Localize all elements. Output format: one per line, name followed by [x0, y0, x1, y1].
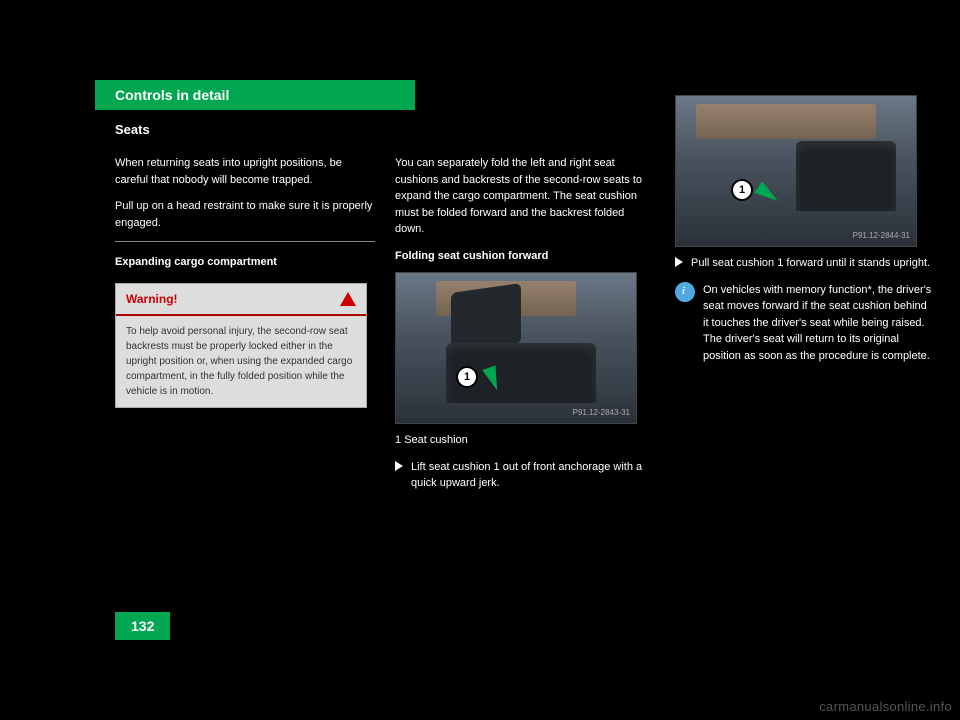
warning-title: Warning!	[126, 290, 178, 308]
callout-1: 1	[456, 366, 478, 388]
col2-step: Lift seat cushion 1 out of front anchora…	[395, 459, 655, 492]
warning-triangle-icon	[340, 292, 356, 306]
col3-note-text: On vehicles with memory function*, the d…	[703, 282, 935, 365]
callout-number: 1	[395, 434, 401, 446]
triangle-bullet-icon	[395, 461, 403, 471]
col2-step-text: Lift seat cushion 1 out of front anchora…	[411, 459, 655, 492]
info-icon	[675, 282, 695, 302]
col1-paragraph-1: When returning seats into upright positi…	[115, 155, 375, 188]
callout-desc: Seat cushion	[404, 434, 468, 446]
triangle-bullet-icon-2	[675, 257, 683, 267]
col2-intro: You can separately fold the left and rig…	[395, 155, 655, 238]
warning-header: Warning!	[116, 284, 366, 316]
seat-folded-shape	[796, 141, 896, 211]
photo-seat-cushion-upright: 1 P91.12-2844-31	[675, 95, 917, 247]
section-label: Seats	[115, 122, 150, 137]
column-1: When returning seats into upright positi…	[115, 155, 375, 408]
photo-id-label-2: P91.12-2844-31	[853, 230, 910, 242]
column-3: 1 P91.12-2844-31 Pull seat cushion 1 for…	[675, 95, 935, 364]
callout-1b: 1	[731, 179, 753, 201]
divider	[115, 241, 375, 242]
col1-paragraph-2: Pull up on a head restraint to make sure…	[115, 198, 375, 231]
header-bar: Controls in detail	[95, 80, 415, 110]
col3-step: Pull seat cushion 1 forward until it sta…	[675, 255, 935, 272]
col3-note: On vehicles with memory function*, the d…	[675, 282, 935, 365]
page-number: 132	[115, 612, 170, 640]
photo-seat-cushion-lift: 1 P91.12-2843-31	[395, 272, 637, 424]
col1-subhead: Expanding cargo compartment	[115, 254, 375, 271]
manual-page: Controls in detail Seats When returning …	[60, 60, 900, 660]
header-title: Controls in detail	[115, 87, 229, 103]
col2-subhead: Folding seat cushion forward	[395, 248, 655, 265]
col3-step-text: Pull seat cushion 1 forward until it sta…	[691, 255, 930, 272]
warning-body: To help avoid personal injury, the secon…	[116, 316, 366, 407]
callout-1-text: 1 Seat cushion	[395, 432, 655, 449]
warning-box: Warning! To help avoid personal injury, …	[115, 283, 367, 408]
window-shape-2	[696, 104, 876, 139]
column-2: You can separately fold the left and rig…	[395, 155, 655, 492]
photo-id-label: P91.12-2843-31	[573, 407, 630, 419]
watermark: carmanualsonline.info	[819, 699, 952, 714]
